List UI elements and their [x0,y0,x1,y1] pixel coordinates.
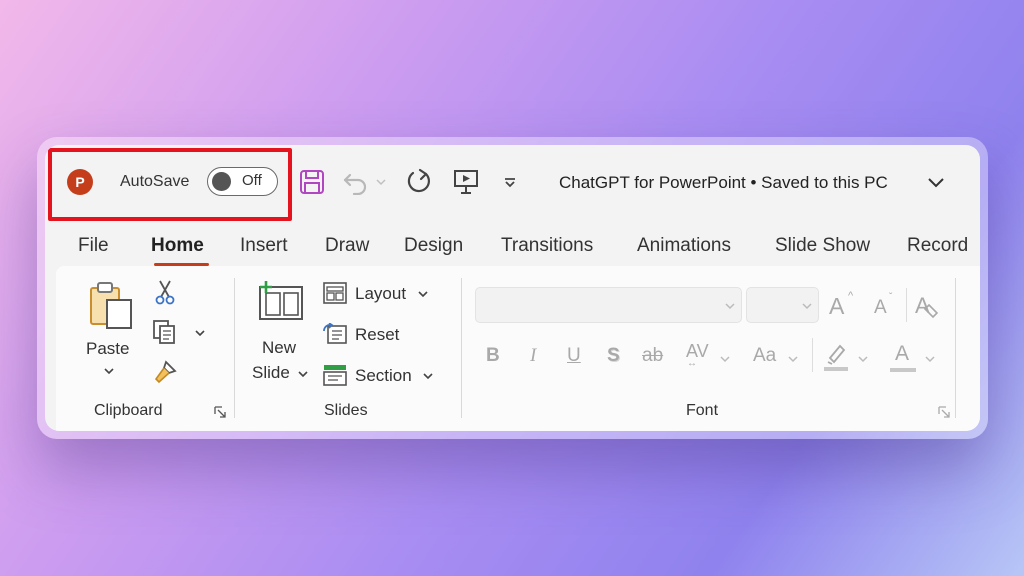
font-divider [812,338,813,372]
reset-icon[interactable] [322,322,348,346]
font-color-icon[interactable]: A [895,342,909,366]
group-divider [461,278,462,418]
underline-icon[interactable]: U [567,345,581,367]
group-divider [955,278,956,418]
powerpoint-window: P AutoSave Off ChatGPT for PowerPoint • … [45,145,980,431]
tab-animations[interactable]: Animations [637,235,731,257]
title-bar: P AutoSave Off ChatGPT for PowerPoint • … [45,145,980,221]
tab-slide-show[interactable]: Slide Show [775,235,870,257]
section-dropdown-icon[interactable] [423,372,433,380]
change-case-dropdown-icon[interactable] [788,355,798,363]
layout-dropdown-icon[interactable] [418,290,428,298]
redo-icon[interactable] [402,165,436,199]
font-color-dropdown-icon[interactable] [925,355,935,363]
font-launcher-icon[interactable] [938,406,950,418]
shrink-font-icon[interactable]: A [874,297,887,319]
section-label[interactable]: Section [355,366,412,386]
font-size-dropdown-icon[interactable] [802,302,812,310]
italic-icon[interactable]: I [530,345,536,367]
grow-font-caret-icon: ^ [848,290,854,302]
tab-home[interactable]: Home [151,235,204,257]
tab-design[interactable]: Design [404,235,463,257]
paste-icon[interactable] [84,280,138,330]
group-divider [234,278,235,418]
tab-file[interactable]: File [78,235,109,257]
slides-group-label: Slides [324,402,368,419]
new-slide-label-line2[interactable]: Slide [252,363,290,383]
font-size-box[interactable] [746,287,819,323]
new-slide-icon[interactable] [254,278,306,324]
tab-insert[interactable]: Insert [240,235,288,257]
clipboard-group-label: Clipboard [94,402,163,419]
tab-draw[interactable]: Draw [325,235,369,257]
font-name-box[interactable] [475,287,742,323]
highlight-dropdown-icon[interactable] [858,355,868,363]
document-title[interactable]: ChatGPT for PowerPoint • Saved to this P… [559,173,888,193]
autosave-highlight-box [48,148,292,221]
tab-record[interactable]: Record [907,235,968,257]
format-painter-icon[interactable] [150,358,180,386]
clipboard-launcher-icon[interactable] [214,406,226,418]
font-color-bar [890,368,916,372]
paste-dropdown-icon[interactable] [104,367,114,375]
present-from-beginning-icon[interactable] [450,165,482,199]
copy-dropdown-icon[interactable] [195,329,205,337]
shrink-font-caret-icon: ˇ [889,292,893,303]
customize-toolbar-icon[interactable] [497,165,523,199]
font-group-label: Font [686,402,719,419]
new-slide-dropdown-icon[interactable] [298,370,308,378]
clear-formatting-icon[interactable]: A [912,290,942,320]
chevron-down-icon[interactable] [925,171,947,193]
ribbon-home: Paste Clipboard New Slide Layout Reset S… [56,266,980,431]
strikethrough-icon[interactable]: ab [642,345,663,367]
spacing-arrows-icon: ↔ [687,358,697,369]
section-icon[interactable] [322,363,348,387]
text-shadow-icon[interactable]: S [607,345,620,367]
change-case-icon[interactable]: Aa [753,345,776,367]
save-icon[interactable] [297,165,327,199]
grow-font-icon[interactable]: A [829,293,844,320]
tab-transitions[interactable]: Transitions [501,235,593,257]
font-name-dropdown-icon[interactable] [725,302,735,310]
ribbon-tabs: File Home Insert Draw Design Transitions… [45,229,980,269]
new-slide-label-line1[interactable]: New [262,338,296,358]
layout-label[interactable]: Layout [355,284,406,304]
layout-icon[interactable] [322,281,348,305]
highlight-color-icon[interactable] [822,340,850,372]
copy-icon[interactable] [149,318,179,346]
undo-dropdown-icon[interactable] [375,165,387,199]
reset-label[interactable]: Reset [355,325,399,345]
font-divider [906,288,907,322]
undo-icon[interactable] [340,165,372,199]
cut-icon[interactable] [152,278,178,306]
bold-icon[interactable]: B [486,345,500,367]
spacing-dropdown-icon[interactable] [720,355,730,363]
paste-label[interactable]: Paste [86,339,129,359]
